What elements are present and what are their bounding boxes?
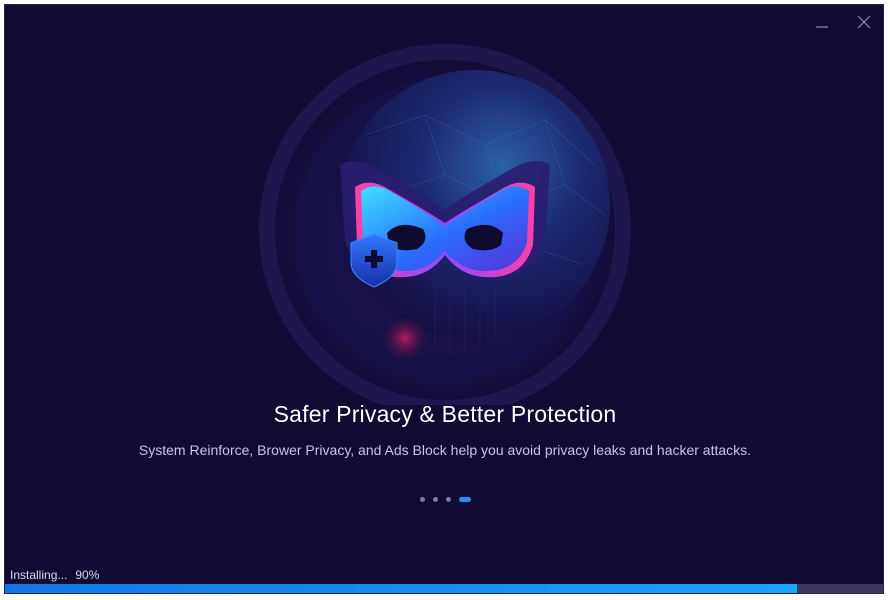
install-percent: 90% bbox=[75, 568, 100, 582]
install-status: Installing... 90% bbox=[10, 568, 99, 582]
install-status-label: Installing... bbox=[10, 568, 68, 582]
carousel-dot-4-active[interactable] bbox=[458, 497, 471, 502]
progress-bar bbox=[5, 584, 883, 593]
carousel-dot-3[interactable] bbox=[445, 497, 451, 502]
installer-window: Safer Privacy & Better Protection System… bbox=[4, 4, 884, 594]
carousel-dots bbox=[5, 497, 883, 502]
slide-title: Safer Privacy & Better Protection bbox=[273, 401, 617, 427]
slide-subtitle: System Reinforce, Brower Privacy, and Ad… bbox=[138, 442, 752, 458]
privacy-mask-shield-illustration bbox=[245, 35, 645, 405]
carousel-dot-1[interactable] bbox=[419, 497, 425, 502]
progress-bar-fill bbox=[5, 584, 797, 593]
carousel-dot-2[interactable] bbox=[432, 497, 438, 502]
